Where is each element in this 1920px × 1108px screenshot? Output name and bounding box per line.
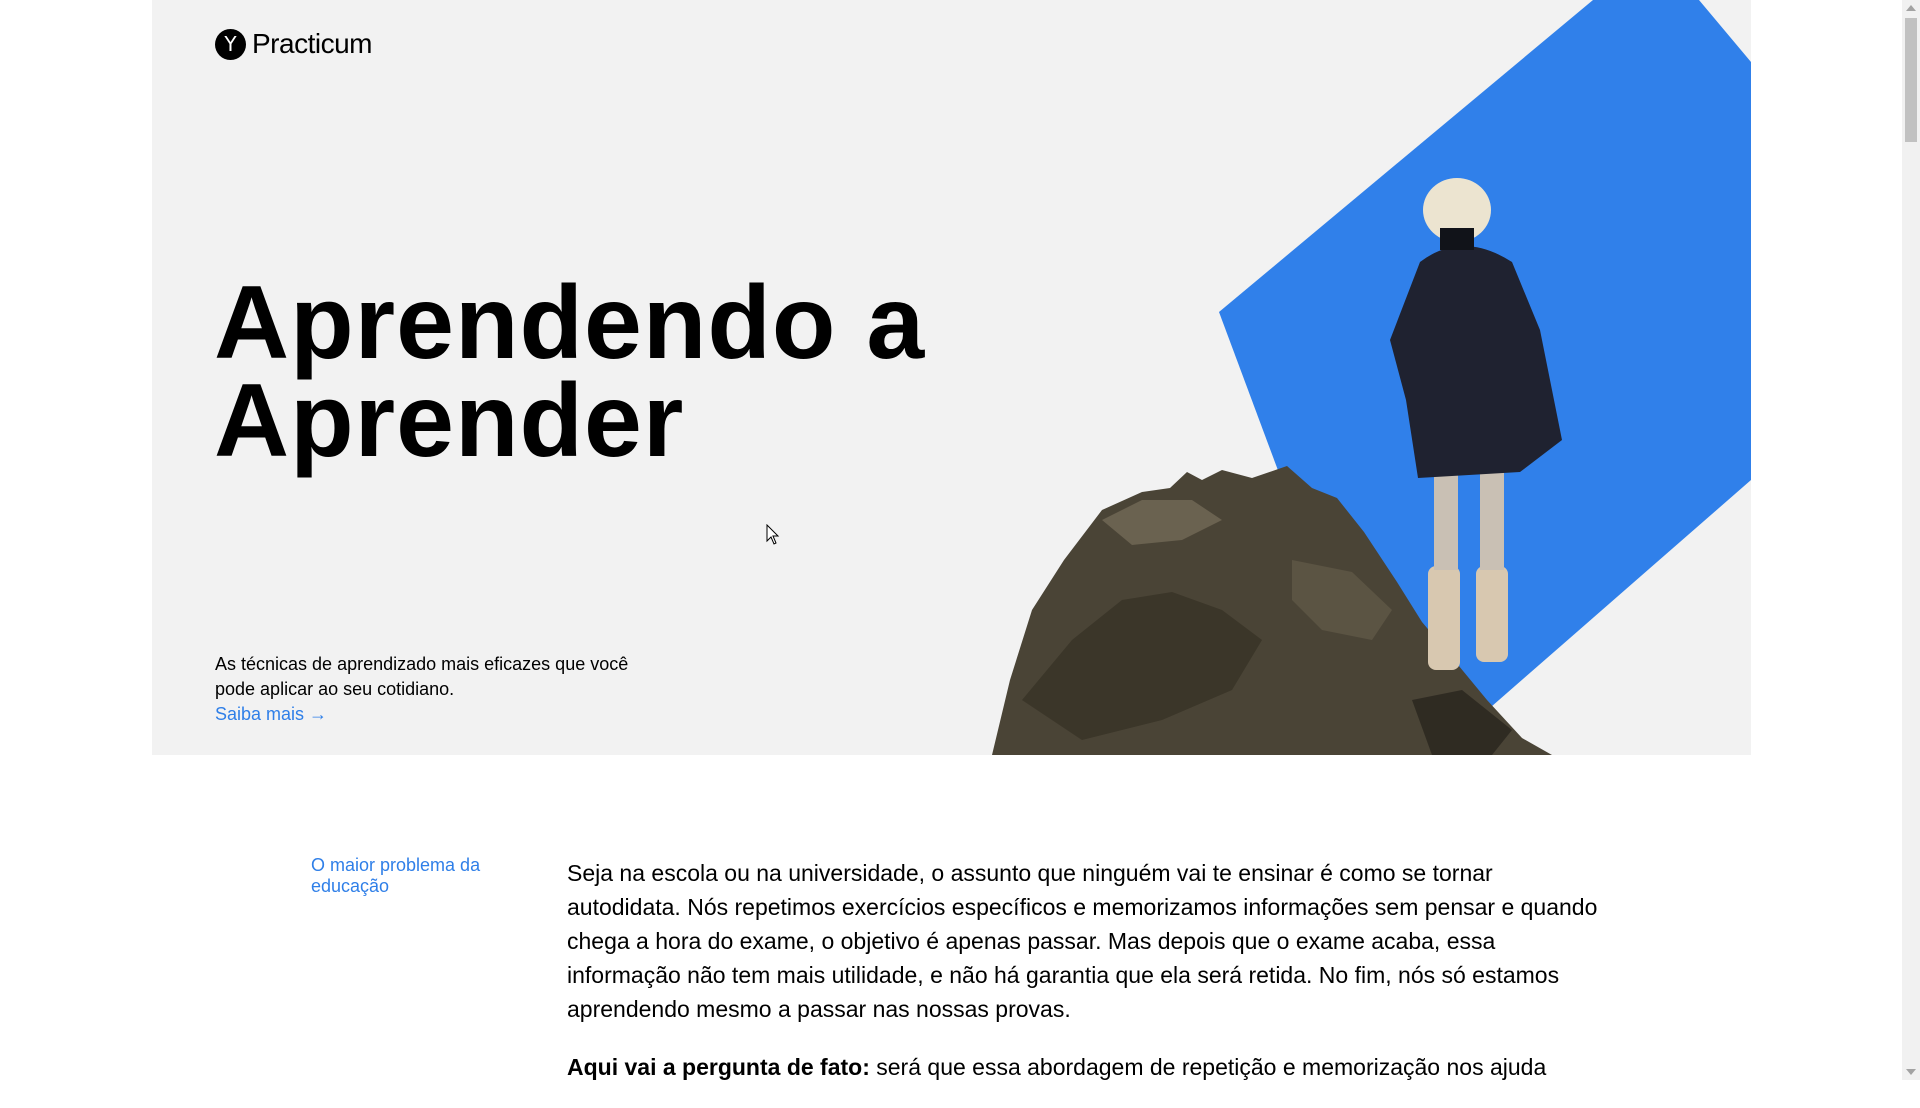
hero-subtitle: As técnicas de aprendizado mais eficazes… [215,654,629,699]
right-boot [1476,566,1508,662]
article-body: Seja na escola ou na universidade, o ass… [567,856,1607,1108]
logo-text: Practicum [252,28,372,59]
hero-section: Y Practicum Aprendendo a Aprender As téc… [152,0,1751,755]
title-line-2: Aprender [214,363,685,479]
scrollbar-thumb[interactable] [1905,18,1917,142]
mouse-pointer-icon [766,524,780,545]
hero-subtitle-block: As técnicas de aprendizado mais eficazes… [215,652,635,727]
vertical-scrollbar[interactable] [1902,0,1920,1080]
saiba-mais-link[interactable]: Saiba mais → [215,702,635,727]
scroll-up-arrow-icon[interactable] [1906,5,1916,11]
toc-link-maior-problema[interactable]: O maior problema da educação [311,855,511,897]
article-paragraph-1: Seja na escola ou na universidade, o ass… [567,860,1598,1022]
question-text: será que essa abordagem de repetição e m… [869,1054,1547,1080]
hero-illustration [992,0,1751,755]
article-paragraph-2: Aqui vai a pergunta de fato: será que es… [567,1050,1607,1084]
left-boot [1428,566,1460,670]
y-circle-icon: Y [215,28,246,60]
scroll-down-arrow-icon[interactable] [1906,1069,1916,1075]
question-lead: Aqui vai a pergunta de fato: [567,1054,870,1080]
practicum-logo[interactable]: Y Practicum [215,28,372,60]
page-title: Aprendendo a Aprender [214,271,974,473]
